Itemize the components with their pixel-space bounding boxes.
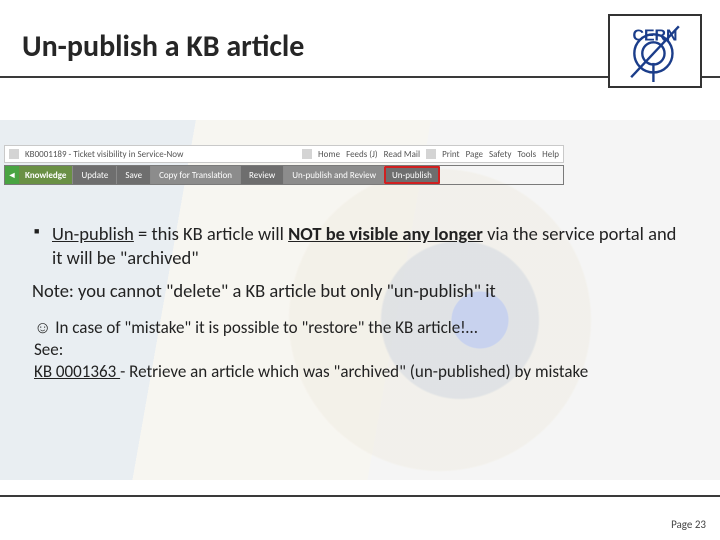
- bullet-strong: NOT be visible any longer: [288, 222, 483, 245]
- bullet-mid1: = this KB article will: [134, 222, 288, 245]
- cern-logo: CERN: [608, 14, 702, 88]
- browser-toolbar: KB0001189 - Ticket visibility in Service…: [4, 145, 564, 163]
- print-menu[interactable]: Print: [442, 149, 460, 160]
- logo-text: CERN: [633, 28, 678, 45]
- knowledge-label: Knowledge: [19, 166, 72, 184]
- copy-translation-button[interactable]: Copy for Translation: [150, 166, 240, 184]
- smile-icon: ☺: [34, 317, 51, 338]
- home-icon: [302, 149, 312, 159]
- restore-line: In case of "mistake" it is possible to "…: [51, 317, 477, 338]
- kb-ref-link[interactable]: KB 0001363: [34, 361, 120, 382]
- slide-body: Un-publish = this KB article will NOT be…: [34, 222, 686, 382]
- browser-tab-label: KB0001189 - Ticket visibility in Service…: [25, 149, 183, 160]
- help-menu[interactable]: Help: [542, 149, 559, 160]
- review-button[interactable]: Review: [240, 166, 283, 184]
- feeds-menu[interactable]: Feeds (J): [346, 149, 378, 160]
- bullet-lead: Un-publish: [52, 222, 134, 245]
- page-menu[interactable]: Page: [466, 149, 483, 160]
- tab-favicon-icon: [9, 149, 19, 159]
- page-number: Page 23: [671, 518, 706, 531]
- unpublish-review-button[interactable]: Un-publish and Review: [283, 166, 384, 184]
- kb-ref-desc: - Retrieve an article which was "archive…: [120, 361, 588, 382]
- unpublish-button-label: Un-publish: [392, 170, 432, 181]
- note-line: Note: you cannot "delete" a KB article b…: [32, 279, 686, 303]
- safety-menu[interactable]: Safety: [489, 149, 511, 160]
- update-button[interactable]: Update: [72, 166, 116, 184]
- see-label: See:: [34, 339, 63, 360]
- app-toolbar: ◄ Knowledge Update Save Copy for Transla…: [4, 165, 564, 185]
- unpublish-button-highlighted[interactable]: Un-publish: [384, 166, 440, 184]
- divider-bottom: [0, 495, 720, 497]
- restore-block: ☺ In case of "mistake" it is possible to…: [34, 317, 686, 382]
- tools-menu[interactable]: Tools: [517, 149, 536, 160]
- home-menu[interactable]: Home: [318, 149, 340, 160]
- save-button[interactable]: Save: [116, 166, 150, 184]
- print-icon: [426, 149, 436, 159]
- bullet-unpublish: Un-publish = this KB article will NOT be…: [34, 222, 686, 269]
- readmail-menu[interactable]: Read Mail: [384, 149, 420, 160]
- back-arrow-icon[interactable]: ◄: [5, 166, 19, 184]
